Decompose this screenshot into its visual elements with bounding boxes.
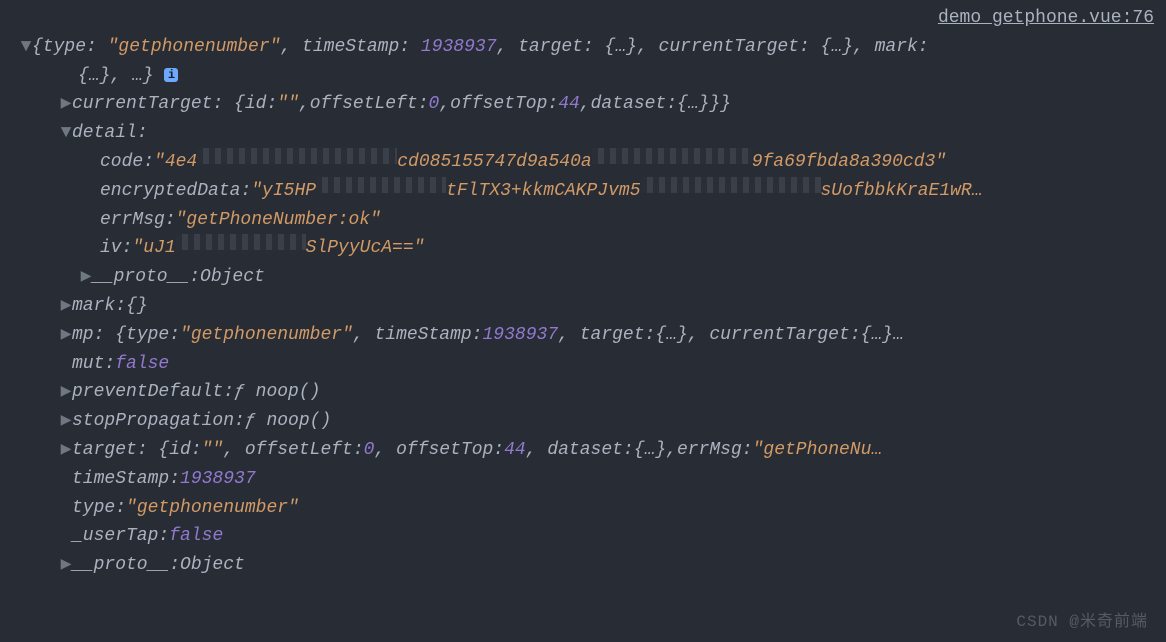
prop-key: detail [72, 119, 137, 148]
prop-key: mut [72, 350, 104, 379]
collapse-arrow-icon[interactable]: ▶ [60, 90, 72, 119]
property-mut[interactable]: ▶ mut: false [0, 350, 1166, 379]
source-file: demo_getphone.vue [938, 8, 1122, 28]
property-detail-encryptedData[interactable]: encryptedData: "yI5HPtFlTX3+kkmCAKPJvm5s… [0, 177, 1166, 206]
prop-key: encryptedData [100, 177, 240, 206]
redacted-pixels [592, 148, 752, 164]
property-timeStamp[interactable]: ▶ timeStamp: 1938937 [0, 465, 1166, 494]
redacted-pixels [197, 148, 397, 164]
brace-open: {type: [32, 37, 108, 57]
property-userTap[interactable]: ▶ _userTap: false [0, 522, 1166, 551]
collapse-arrow-icon[interactable]: ▶ [60, 407, 72, 436]
prop-key: __proto__ [92, 263, 189, 292]
redacted-pixels [176, 234, 306, 250]
property-detail-errMsg[interactable]: errMsg: "getPhoneNumber:ok" [0, 206, 1166, 235]
property-detail-proto[interactable]: ▶ __proto__: Object [0, 263, 1166, 292]
prop-key: target [72, 436, 137, 465]
prop-key: mp [72, 321, 94, 350]
collapse-arrow-icon[interactable]: ▶ [60, 292, 72, 321]
prop-key: errMsg [100, 206, 165, 235]
summary-ts-value: 1938937 [421, 37, 497, 57]
watermark: CSDN @米奇前端 [1016, 610, 1148, 636]
prop-key: mark [72, 292, 115, 321]
collapse-arrow-icon[interactable]: ▶ [60, 378, 72, 407]
prop-key: preventDefault [72, 378, 223, 407]
collapse-arrow-icon[interactable]: ▶ [80, 263, 92, 292]
source-location[interactable]: demo_getphone.vue:76 [0, 0, 1166, 33]
prop-key: _userTap [72, 522, 158, 551]
redacted-pixels [316, 177, 446, 193]
prop-key: iv [100, 234, 122, 263]
prop-key: code [100, 148, 143, 177]
property-preventDefault[interactable]: ▶ preventDefault: ƒ noop() [0, 378, 1166, 407]
property-stopPropagation[interactable]: ▶ stopPropagation: ƒ noop() [0, 407, 1166, 436]
property-target[interactable]: ▶ target: {id: "", offsetLeft: 0, offset… [0, 436, 1166, 465]
expand-arrow-icon[interactable]: ▼ [20, 33, 32, 62]
prop-key: stopPropagation [72, 407, 234, 436]
property-detail[interactable]: ▼ detail: [0, 119, 1166, 148]
property-type[interactable]: ▶ type: "getphonenumber" [0, 494, 1166, 523]
redacted-pixels [641, 177, 821, 193]
collapse-arrow-icon[interactable]: ▶ [60, 321, 72, 350]
property-proto[interactable]: ▶ __proto__: Object [0, 551, 1166, 580]
source-line: 76 [1132, 8, 1154, 28]
property-detail-code[interactable]: code: "4e4cd085155747d9a540a9fa69fbda8a3… [0, 148, 1166, 177]
property-currentTarget[interactable]: ▶ currentTarget: {id: "", offsetLeft: 0,… [0, 90, 1166, 119]
summary-type-value: "getphonenumber" [108, 37, 281, 57]
prop-key: currentTarget [72, 90, 212, 119]
info-icon[interactable]: i [164, 68, 178, 82]
prop-key: timeStamp [72, 465, 169, 494]
object-summary-row[interactable]: ▼ {type: "getphonenumber", timeStamp: 19… [0, 33, 1166, 91]
collapse-arrow-icon[interactable]: ▶ [60, 551, 72, 580]
expand-arrow-icon[interactable]: ▼ [60, 119, 72, 148]
property-detail-iv[interactable]: iv: "uJ1SlPyyUcA==" [0, 234, 1166, 263]
property-mp[interactable]: ▶ mp: {type: "getphonenumber", timeStamp… [0, 321, 1166, 350]
property-mark[interactable]: ▶ mark: {} [0, 292, 1166, 321]
prop-key: type [72, 494, 115, 523]
prop-key: __proto__ [72, 551, 169, 580]
collapse-arrow-icon[interactable]: ▶ [60, 436, 72, 465]
